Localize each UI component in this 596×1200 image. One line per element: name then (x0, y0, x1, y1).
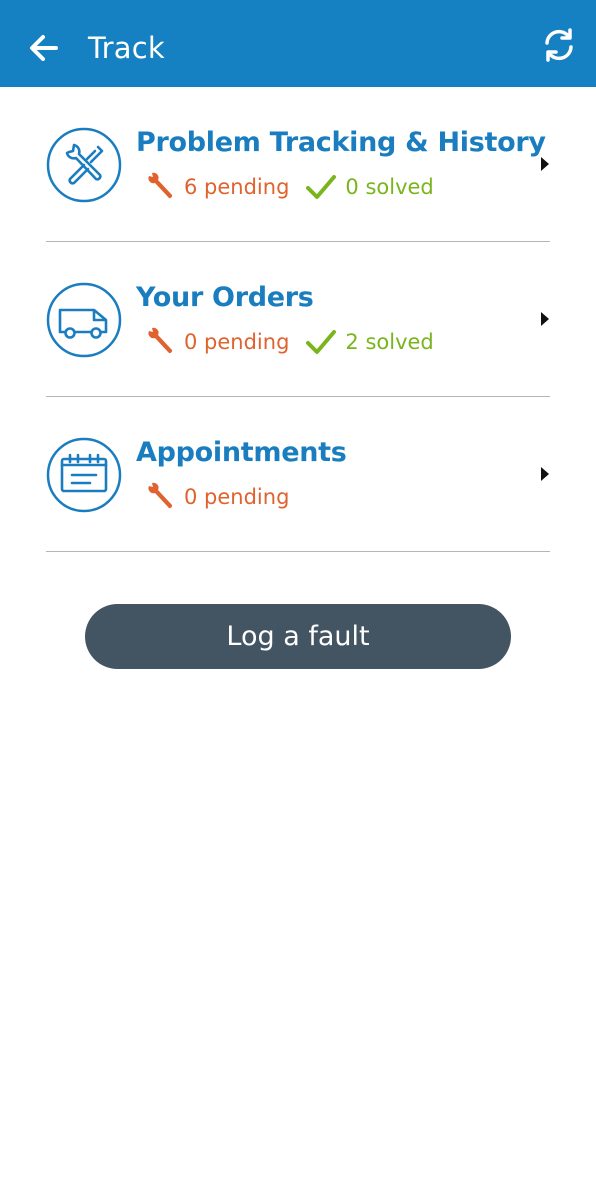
checkmark-icon (306, 330, 337, 354)
tools-icon (46, 127, 122, 203)
list-item-problem-tracking[interactable]: Problem Tracking & History 6 pending 0 s… (46, 87, 550, 242)
page-title: Track (88, 31, 165, 65)
pending-stat: 6 pending (144, 171, 289, 203)
pending-count: 0 pending (184, 485, 290, 509)
truck-icon (46, 282, 122, 358)
pending-stat: 0 pending (144, 326, 289, 358)
chevron-right-icon (541, 312, 549, 326)
solved-stat: 2 solved (305, 326, 434, 358)
solved-stat: 0 solved (305, 171, 434, 203)
app-bar: Track (0, 0, 596, 87)
pending-stat: 0 pending (144, 481, 289, 513)
item-stats: 0 pending 2 solved (144, 326, 450, 358)
pending-count: 6 pending (184, 175, 290, 199)
arrow-left-icon[interactable] (24, 28, 64, 68)
list-item-your-orders[interactable]: Your Orders 0 pending 2 solved (46, 242, 550, 397)
item-stats: 0 pending (144, 481, 305, 513)
track-list: Problem Tracking & History 6 pending 0 s… (46, 87, 550, 552)
item-stats: 6 pending 0 solved (144, 171, 450, 203)
wrench-icon (148, 327, 173, 354)
list-item-appointments[interactable]: Appointments 0 pending (46, 397, 550, 552)
item-title: Your Orders (136, 282, 314, 313)
refresh-icon[interactable] (540, 26, 578, 64)
solved-count: 2 solved (345, 330, 434, 354)
chevron-right-icon (541, 467, 549, 481)
calendar-icon (46, 437, 122, 513)
wrench-icon (148, 172, 173, 199)
solved-count: 0 solved (345, 175, 434, 199)
checkmark-icon (306, 175, 337, 199)
log-a-fault-button[interactable]: Log a fault (85, 604, 511, 669)
item-title: Problem Tracking & History (136, 127, 546, 158)
chevron-right-icon (541, 157, 549, 171)
pending-count: 0 pending (184, 330, 290, 354)
item-title: Appointments (136, 437, 347, 468)
wrench-icon (148, 482, 173, 509)
